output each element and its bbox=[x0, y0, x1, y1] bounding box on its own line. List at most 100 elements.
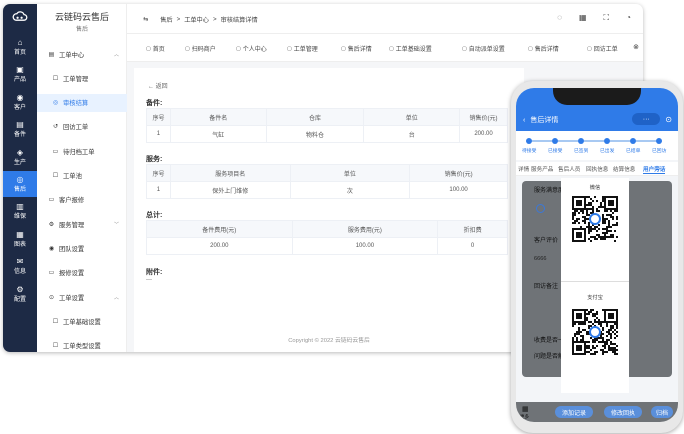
bell-icon[interactable]: ◌ bbox=[557, 13, 562, 23]
page-tab[interactable]: ▢ 回访工单 bbox=[587, 44, 618, 54]
column-header: 序号 bbox=[146, 108, 171, 126]
more-dots-icon: ··· bbox=[642, 115, 650, 123]
mobile-title: 售后详情 bbox=[530, 117, 559, 124]
breadcrumb-separator: > bbox=[176, 16, 181, 23]
rail-item-customer[interactable]: ◉ 客户 bbox=[3, 89, 37, 115]
back-button[interactable]: ← 返回 bbox=[148, 81, 168, 90]
customer-icon: ◉ bbox=[16, 92, 24, 102]
mobile-tab[interactable]: 结算信息 bbox=[613, 165, 635, 173]
side-menu-label: 待归档工单 bbox=[63, 148, 95, 156]
table-cell: 0 bbox=[437, 237, 508, 255]
mobile-tab[interactable]: 回执信息 bbox=[586, 165, 608, 173]
table-header-row: 备件费用(元) 服务费用(元) 折扣费 bbox=[146, 220, 508, 238]
mobile-tab[interactable]: 用户旁话 bbox=[643, 165, 666, 174]
side-menu-item[interactable]: ◎ 审核结算 bbox=[37, 93, 127, 112]
collapse-menu-icon[interactable]: ⇆ bbox=[143, 16, 148, 23]
close-circle-icon[interactable]: ⊙ bbox=[665, 115, 672, 124]
chevron-icon: ︿ bbox=[113, 294, 119, 301]
side-menu-item[interactable]: ☐ 工单基础设置 bbox=[37, 312, 127, 330]
side-menu-item[interactable]: ⊙ 工单设置 ︿ bbox=[37, 288, 127, 306]
page-tab[interactable]: ▢ 工单管理 bbox=[287, 44, 318, 54]
menu-item-icon: ▭ bbox=[48, 270, 55, 277]
side-menu-item[interactable]: ▭ 客户报修 bbox=[37, 191, 127, 209]
breadcrumb-item[interactable]: 工单中心 bbox=[184, 15, 209, 24]
side-menu-item[interactable]: ▭ 报修设置 bbox=[37, 264, 127, 282]
tab-icon: ▢ bbox=[185, 45, 190, 52]
top-toolbar: ◌ ▦ ⛶ ◔ bbox=[557, 13, 631, 23]
rail-item-parts[interactable]: ▤ 备件 bbox=[3, 116, 37, 142]
side-menu-item[interactable]: ⚙ 服务管理 ﹀ bbox=[37, 215, 127, 233]
total-section-title: 总计: bbox=[146, 212, 163, 219]
side-menu-label: 回访工单 bbox=[63, 124, 89, 132]
rail-item-product[interactable]: ▣ 产品 bbox=[3, 61, 37, 87]
table-row: 200.00 100.00 0 bbox=[146, 237, 508, 255]
column-header: 单位 bbox=[289, 164, 411, 182]
rail-item-home[interactable]: ⌂ 首页 bbox=[3, 34, 37, 60]
tab-label: 扫码商户 bbox=[191, 47, 216, 53]
side-menu-item[interactable]: ☐ 工单类型设置 bbox=[37, 337, 127, 352]
close-tabs-icon[interactable]: ⊗ bbox=[633, 43, 639, 51]
rail-item-chart[interactable]: ▦ 图表 bbox=[3, 226, 37, 252]
after-sales-icon: ◎ bbox=[16, 175, 24, 184]
grid-icon[interactable]: ▦ bbox=[579, 13, 587, 23]
rail-item-label: 维保 bbox=[13, 214, 26, 221]
rail-item-maintenance[interactable]: ▥ 维保 bbox=[3, 198, 37, 224]
edit-receipt-button[interactable]: 修改回执 bbox=[604, 406, 642, 418]
tab-icon: ▢ bbox=[341, 45, 346, 52]
tab-icon: ▢ bbox=[587, 45, 592, 52]
rail-item-message[interactable]: ✉ 信息 bbox=[3, 253, 37, 279]
more-label: 更多 bbox=[520, 414, 529, 419]
side-menu-label: 工单池 bbox=[63, 173, 82, 180]
archive-button[interactable]: 归档 bbox=[651, 406, 673, 418]
cloud-logo-icon bbox=[12, 11, 28, 21]
step-label: 已出发 bbox=[600, 149, 615, 154]
page-tab[interactable]: ▢ 个人中心 bbox=[236, 44, 267, 54]
capsule-menu-button[interactable]: ··· bbox=[632, 113, 661, 125]
rail-item-label: 客户 bbox=[13, 104, 26, 111]
table-cell: 200.00 bbox=[459, 125, 508, 143]
back-arrow-icon[interactable]: ‹ bbox=[523, 117, 525, 124]
column-header: 销售价(元) bbox=[409, 164, 508, 182]
more-grid-icon[interactable]: ▦ bbox=[522, 405, 529, 413]
side-menu: 云链码云售后 售后 ▤ 工单中心 ︿ ☐ 工单管理 ◎ 审核结算 ↺ 回访工单 ▭ 待归档工单 ☐ 工单… bbox=[37, 4, 127, 352]
page-tab[interactable]: ▢ 自动派单设置 bbox=[462, 44, 505, 54]
side-menu-item[interactable]: ☐ 工单池 bbox=[37, 167, 127, 185]
page-tab[interactable]: ▢ 扫码商户 bbox=[185, 44, 216, 54]
breadcrumb-current: 审核结算详情 bbox=[220, 17, 258, 24]
rail-item-config[interactable]: ⚙ 配置 bbox=[3, 281, 37, 307]
side-menu-item[interactable]: ▭ 待归档工单 bbox=[37, 142, 127, 160]
menu-item-icon: ☐ bbox=[52, 173, 59, 179]
avatar[interactable]: ◔ bbox=[626, 13, 631, 23]
mobile-tab[interactable]: 售后人员 bbox=[558, 165, 580, 173]
breadcrumb-item[interactable]: 售后 bbox=[160, 15, 172, 24]
page-tab[interactable]: ▢ 售后详情 bbox=[341, 44, 372, 54]
step-label: 已接受 bbox=[548, 149, 563, 154]
alipay-qr-code-icon bbox=[572, 309, 618, 355]
column-header: 单位 bbox=[363, 108, 461, 126]
tab-icon: ▢ bbox=[528, 45, 533, 52]
side-menu-item[interactable]: ☐ 工单管理 bbox=[37, 69, 127, 87]
page-tab[interactable]: ▢ 工单基础设置 bbox=[389, 44, 432, 54]
rail-item-production[interactable]: ◈ 生产 bbox=[3, 144, 37, 170]
menu-item-icon: ☐ bbox=[52, 343, 59, 350]
mobile-tab[interactable]: 详情 bbox=[518, 165, 529, 173]
step-label: 已签到 bbox=[574, 149, 589, 154]
rail-item-after-sales[interactable]: ◎ 售后 bbox=[3, 171, 37, 197]
side-menu-item[interactable]: ◉ 团队设置 bbox=[37, 239, 127, 257]
rail-item-label: 生产 bbox=[13, 159, 26, 166]
chevron-icon: ﹀ bbox=[113, 221, 119, 228]
table-cell: 100.00 bbox=[409, 181, 508, 199]
column-header: 销售价(元) bbox=[459, 108, 508, 126]
fullscreen-icon[interactable]: ⛶ bbox=[604, 13, 610, 23]
top-bar: ⇆ 售后 > 工单中心 > 审核结算详情 ◌ ▦ ⛶ ◔ bbox=[127, 4, 643, 34]
page-tab[interactable]: ▢ 首页 bbox=[146, 44, 165, 54]
parts-section-title: 备件: bbox=[146, 100, 163, 107]
side-menu-item[interactable]: ↺ 回访工单 bbox=[37, 118, 127, 136]
table-cell: 1 bbox=[146, 181, 171, 199]
mobile-tab[interactable]: 服务产品 bbox=[531, 165, 553, 173]
add-record-button[interactable]: 添加记录 bbox=[555, 406, 593, 418]
page-tab[interactable]: ▢ 售后详情 bbox=[528, 44, 559, 54]
icon-rail: ⌂ 首页 ▣ 产品 ◉ 客户 ▤ 备件 ◈ 生产 ◎ 售后 ▥ 维保 ▦ 图表 ✉ 信息 ⚙ 配置 bbox=[3, 4, 37, 352]
product-icon: ▣ bbox=[16, 65, 24, 75]
side-menu-item[interactable]: ▤ 工单中心 ︿ bbox=[37, 45, 127, 63]
